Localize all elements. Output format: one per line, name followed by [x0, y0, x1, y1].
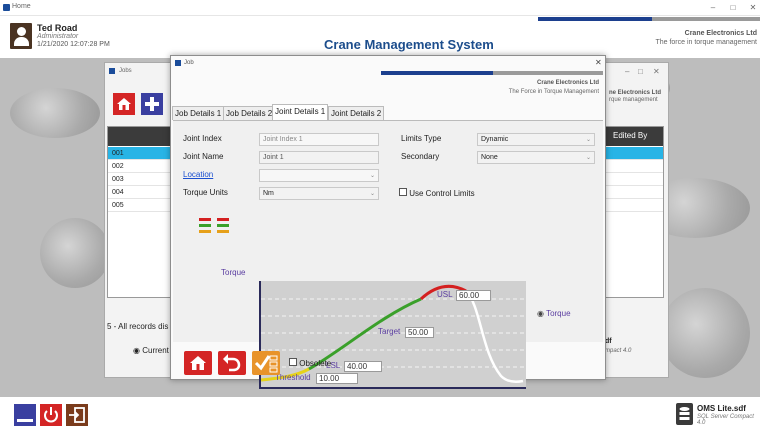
torque-units-label: Torque Units — [183, 188, 228, 197]
torque-legend[interactable]: ◉ Torque — [537, 309, 571, 318]
jobs-close-button[interactable]: ✕ — [653, 67, 660, 76]
company-name: Crane Electronics Ltd — [536, 80, 599, 86]
plus-icon — [145, 97, 159, 111]
limits-type-select[interactable]: Dynamic ⌄ — [477, 133, 595, 146]
window-titlebar: Home – □ ✕ — [0, 0, 760, 16]
radio-selected-icon: ◉ — [133, 346, 140, 355]
secondary-label: Secondary — [401, 152, 440, 161]
chevron-down-icon: ⌄ — [369, 191, 375, 197]
maximize-button[interactable]: □ — [726, 2, 740, 14]
column-edited-by[interactable]: Edited By — [613, 131, 647, 140]
threshold-value[interactable]: 10.00 — [316, 373, 358, 384]
target-value[interactable]: 50.00 — [405, 327, 434, 338]
db-type: SQL Server Compact 4.0 — [697, 414, 754, 426]
dialog-title: Job — [184, 60, 194, 66]
limits-icon — [199, 218, 229, 233]
company-tagline: rque management — [609, 97, 658, 103]
tab-joint-details-2[interactable]: Joint Details 2 — [328, 106, 385, 120]
joint-name-label: Joint Name — [183, 152, 224, 161]
threshold-label: Threshold — [275, 373, 311, 382]
checklist-icon — [254, 355, 278, 373]
brand-bar-grey — [493, 71, 603, 75]
use-control-limits-checkbox[interactable]: Use Control Limits — [399, 188, 475, 198]
lsl-value[interactable]: 40.00 — [344, 361, 382, 372]
target-label: Target — [378, 327, 401, 336]
checkbox-icon — [289, 358, 297, 366]
menu-button[interactable] — [14, 404, 36, 426]
footer — [0, 397, 760, 429]
company-name: Crane Electronics Ltd — [684, 30, 757, 37]
add-button[interactable] — [141, 93, 163, 115]
brand-bar — [538, 17, 652, 21]
current-radio[interactable]: ◉ Current — [133, 346, 169, 355]
window-icon — [17, 419, 33, 422]
logout-icon — [69, 407, 85, 423]
dialog-close-button[interactable]: ✕ — [595, 58, 602, 67]
job-dialog: Job ✕ Crane Electronics Ltd The Force in… — [170, 55, 606, 389]
location-select[interactable]: ⌄ — [259, 169, 379, 182]
save-button[interactable] — [252, 351, 280, 375]
tab-job-details-2[interactable]: Job Details 2 — [223, 106, 276, 120]
jobs-minimize-button[interactable]: – — [625, 67, 629, 76]
brand-bar-grey — [652, 17, 760, 21]
minimize-button[interactable]: – — [706, 2, 720, 14]
database-icon — [676, 403, 693, 425]
home-button[interactable] — [113, 93, 135, 115]
app-icon — [3, 4, 10, 11]
avatar — [10, 23, 32, 49]
app-icon — [175, 60, 181, 66]
tab-joint-details-1[interactable]: Joint Details 1 — [272, 104, 329, 121]
home-button[interactable] — [184, 351, 212, 375]
app-icon — [109, 68, 115, 74]
joint-index-label: Joint Index — [183, 134, 222, 143]
db-name: OMS Lite.sdf — [697, 404, 746, 413]
joint-details-panel: Joint Index Joint Index 1 Joint Name Joi… — [173, 120, 603, 389]
logout-button[interactable] — [66, 404, 88, 426]
user-datetime: 1/21/2020 12:07:28 PM — [37, 41, 110, 48]
torque-curve-chart: USL 60.00 Target 50.00 LSL 40.00 Thresho… — [259, 281, 526, 389]
undo-icon — [223, 354, 241, 372]
location-link[interactable]: Location — [183, 170, 213, 179]
record-count: 5 - All records dis — [107, 322, 169, 331]
home-icon — [117, 98, 131, 110]
db-type: mpact 4.0 — [605, 348, 632, 354]
user-role: Administrator — [37, 33, 79, 40]
torque-axis-label: Torque — [221, 268, 246, 277]
radio-selected-icon: ◉ — [537, 309, 544, 318]
obsolete-checkbox[interactable]: Obsolete — [289, 358, 331, 368]
system-title: Crane Management System — [324, 37, 494, 52]
company-name: ne Electronics Ltd — [609, 90, 662, 96]
chevron-down-icon: ⌄ — [585, 137, 591, 143]
company-tagline: The force in torque management — [655, 39, 757, 46]
brand-bar — [381, 71, 493, 75]
limits-type-label: Limits Type — [401, 134, 442, 143]
usl-label: USL — [437, 290, 453, 299]
jobs-maximize-button[interactable]: □ — [638, 67, 643, 76]
joint-index-input[interactable]: Joint Index 1 — [259, 133, 379, 146]
window-title: Home — [12, 3, 31, 10]
secondary-select[interactable]: None ⌄ — [477, 151, 595, 164]
company-tagline: The Force in Torque Management — [508, 89, 599, 95]
close-button[interactable]: ✕ — [746, 2, 760, 14]
checkbox-icon — [399, 188, 407, 196]
undo-button[interactable] — [218, 351, 246, 375]
release-segment — [465, 290, 524, 384]
user-name: Ted Road — [37, 23, 78, 33]
tab-job-details-1[interactable]: Job Details 1 — [172, 106, 225, 120]
jobs-window-title: Jobs — [119, 68, 132, 74]
chevron-down-icon: ⌄ — [369, 173, 375, 179]
home-icon — [190, 356, 206, 370]
joint-name-input[interactable]: Joint 1 — [259, 151, 379, 164]
usl-value[interactable]: 60.00 — [456, 290, 491, 301]
torque-units-select[interactable]: Nm ⌄ — [259, 187, 379, 200]
power-button[interactable] — [40, 404, 62, 426]
power-icon — [44, 407, 58, 423]
chevron-down-icon: ⌄ — [585, 155, 591, 161]
